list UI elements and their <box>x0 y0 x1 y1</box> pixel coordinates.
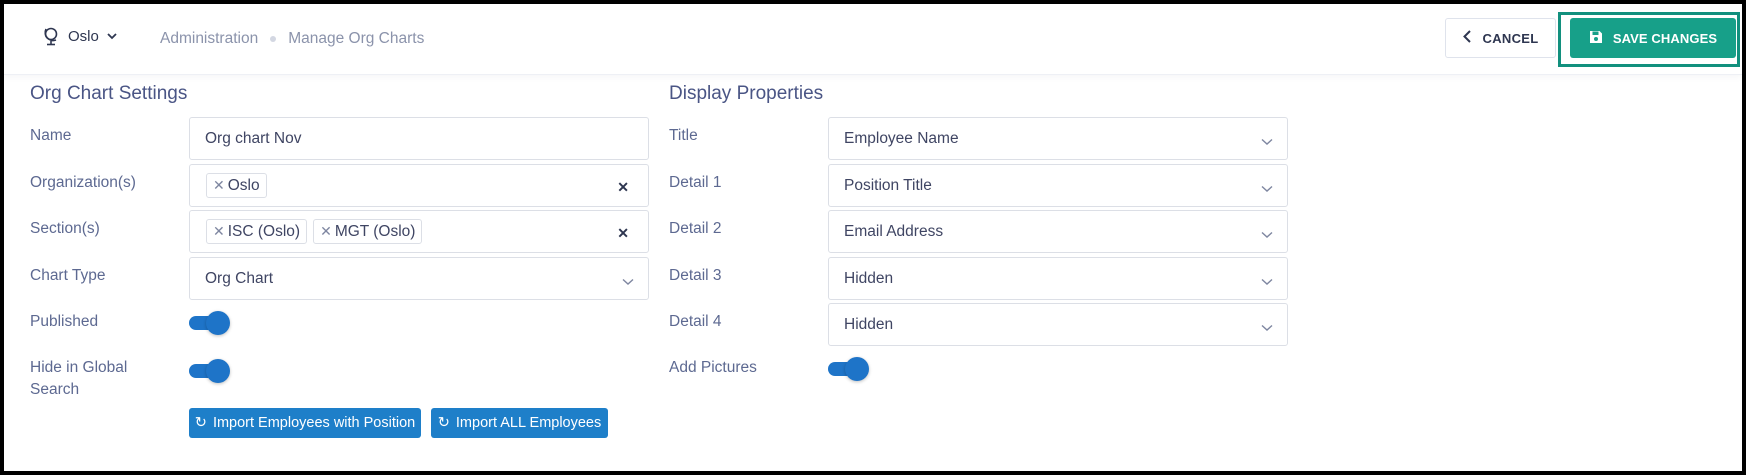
section-tag-label: ISC (Oslo) <box>227 222 301 240</box>
add-pictures-label: Add Pictures <box>669 359 757 376</box>
chevron-down-icon <box>1261 180 1273 198</box>
title-label: Title <box>669 127 698 144</box>
breadcrumb-administration[interactable]: Administration <box>160 30 258 48</box>
hide-in-search-toggle[interactable] <box>189 359 230 383</box>
floppy-disk-icon <box>1589 30 1603 47</box>
location-label: Oslo <box>68 27 99 45</box>
refresh-icon: ↻ <box>194 415 207 431</box>
title-select[interactable]: Employee Name <box>828 117 1288 160</box>
published-label: Published <box>30 313 99 330</box>
organization-tag: ✕ Oslo <box>206 173 267 198</box>
breadcrumb: Administration Manage Org Charts <box>160 30 424 48</box>
import-position-label: Import Employees with Position <box>212 415 416 431</box>
location-selector[interactable]: Oslo <box>42 26 117 46</box>
add-pictures-toggle[interactable] <box>828 357 869 381</box>
toggle-knob <box>206 311 230 335</box>
chevron-down-icon <box>622 273 634 291</box>
import-employees-with-position-button[interactable]: ↻ Import Employees with Position <box>189 408 421 438</box>
refresh-icon: ↻ <box>437 415 450 431</box>
remove-tag-icon[interactable]: ✕ <box>213 223 225 240</box>
clear-icon[interactable]: ✕ <box>617 179 629 196</box>
organization-tag-label: Oslo <box>227 176 260 194</box>
chart-type-label: Chart Type <box>30 267 106 284</box>
breadcrumb-manage-org-charts: Manage Org Charts <box>288 30 425 47</box>
name-value: Org chart Nov <box>205 129 302 147</box>
chevron-down-icon <box>1261 319 1273 337</box>
detail-2-label: Detail 2 <box>669 220 722 237</box>
detail-3-label: Detail 3 <box>669 267 722 284</box>
display-properties-title: Display Properties <box>669 83 824 104</box>
import-all-label: Import ALL Employees <box>455 415 602 431</box>
detail-3-value: Hidden <box>844 269 894 287</box>
chevron-down-icon <box>1261 133 1273 151</box>
detail-2-select[interactable]: Email Address <box>828 210 1288 253</box>
chevron-down-icon <box>1261 226 1273 244</box>
app-window: Oslo Administration Manage Org Charts CA… <box>4 4 1742 471</box>
toggle-knob <box>206 359 230 383</box>
section-tag: ✕ MGT (Oslo) <box>313 219 423 244</box>
hide-in-global-search-label: Hide in Global Search <box>30 359 128 398</box>
detail-3-select[interactable]: Hidden <box>828 257 1288 300</box>
toggle-knob <box>845 357 869 381</box>
published-toggle[interactable] <box>189 311 230 335</box>
sections-select[interactable]: ✕ ISC (Oslo) ✕ MGT (Oslo) ✕ <box>189 210 649 253</box>
name-label: Name <box>30 127 72 144</box>
title-value: Employee Name <box>844 129 959 147</box>
sections-label: Section(s) <box>30 220 100 237</box>
remove-tag-icon[interactable]: ✕ <box>213 177 225 194</box>
organizations-select[interactable]: ✕ Oslo ✕ <box>189 164 649 207</box>
section-tag: ✕ ISC (Oslo) <box>206 219 308 244</box>
save-changes-button[interactable]: SAVE CHANGES <box>1570 18 1736 58</box>
detail-1-label: Detail 1 <box>669 174 722 191</box>
chart-type-value: Org Chart <box>205 269 274 287</box>
org-chart-settings-title: Org Chart Settings <box>30 83 188 104</box>
cancel-button[interactable]: CANCEL <box>1445 18 1556 58</box>
remove-tag-icon[interactable]: ✕ <box>320 223 332 240</box>
chart-type-select[interactable]: Org Chart <box>189 257 649 300</box>
detail-1-value: Position Title <box>844 176 932 194</box>
detail-4-select[interactable]: Hidden <box>828 303 1288 346</box>
detail-2-value: Email Address <box>844 222 944 240</box>
section-tag-label: MGT (Oslo) <box>334 222 416 240</box>
detail-4-label: Detail 4 <box>669 313 722 330</box>
organizations-label: Organization(s) <box>30 174 136 191</box>
import-all-employees-button[interactable]: ↻ Import ALL Employees <box>431 408 608 438</box>
globe-icon <box>42 26 60 46</box>
detail-1-select[interactable]: Position Title <box>828 164 1288 207</box>
detail-4-value: Hidden <box>844 315 894 333</box>
cancel-label: CANCEL <box>1482 30 1539 46</box>
clear-icon[interactable]: ✕ <box>617 225 629 242</box>
save-changes-label: SAVE CHANGES <box>1612 30 1718 46</box>
chevron-down-icon <box>1261 273 1273 291</box>
chevron-down-icon <box>107 32 117 40</box>
breadcrumb-separator <box>270 36 277 42</box>
name-input[interactable]: Org chart Nov <box>189 117 649 160</box>
chevron-left-icon <box>1462 30 1471 46</box>
top-bar: Oslo Administration Manage Org Charts CA… <box>4 4 1742 75</box>
